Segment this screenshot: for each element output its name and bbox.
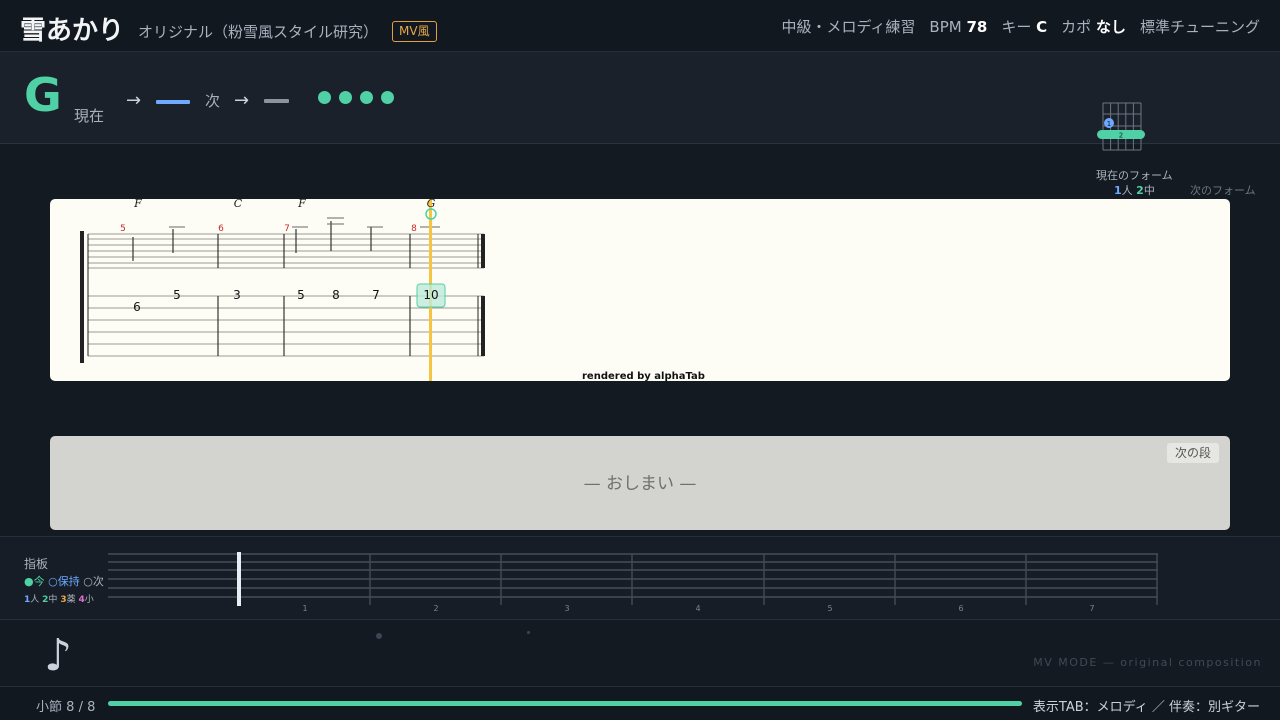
barlines <box>217 234 411 356</box>
legend-hold: ○保持 <box>48 575 80 588</box>
measure-counter: 小節 8 / 8 <box>36 700 96 715</box>
arrow-right-icon: → <box>126 90 142 111</box>
finger-legend: 1人 2中 <box>1114 182 1155 198</box>
bpm-label: BPM <box>929 18 962 36</box>
tab-fret-number: 5 <box>297 288 305 302</box>
tab-fret-number: 3 <box>233 288 241 302</box>
tab-fret-number: 6 <box>133 300 141 314</box>
measure-number: 6 <box>218 224 224 234</box>
finger-name: 人 <box>30 595 40 605</box>
rhythm-stems <box>132 221 372 261</box>
tab-score: F C F G 5 6 7 8 6 5 3 5 8 7 10 <box>80 199 485 381</box>
fret-number: 7 <box>1089 604 1094 613</box>
fretboard-title: 指板 <box>24 557 49 571</box>
end-barline-thick <box>481 234 485 268</box>
current-chord-name: G <box>24 68 62 122</box>
progress-bar[interactable] <box>108 701 1022 706</box>
chord-bar: G 現在 → 次 → 2 1 現在のフォーム 1人 2中 次のフォーム <box>0 52 1280 197</box>
display-info: 表示TAB：メロディ ／ 伴奏：別ギター <box>1032 700 1260 715</box>
measure-number: 7 <box>284 224 290 234</box>
fretboard-strings <box>108 553 1158 598</box>
score-panel: F C F G 5 6 7 8 6 5 3 5 8 7 10 rendered … <box>50 199 1230 381</box>
rhythm-staff-lines <box>88 233 484 269</box>
tab-fret-number: 8 <box>332 288 340 302</box>
fretboard-nut <box>237 552 241 606</box>
mv-mode-label: MV MODE — original composition <box>1033 656 1262 669</box>
measure-current: 8 <box>66 700 75 715</box>
finger-name: 中 <box>48 595 58 605</box>
beat-dot <box>360 91 373 104</box>
tuning-label: 標準チューニング <box>1139 18 1260 36</box>
barre-finger-number: 2 <box>1119 132 1123 140</box>
renderer-credit: rendered by alphaTab <box>582 371 705 381</box>
fret-number: 6 <box>958 604 963 613</box>
next-section-panel: — おしまい — 次の段 <box>50 436 1230 530</box>
fret-number: 2 <box>433 604 438 613</box>
beat-dot <box>318 91 331 104</box>
measure-label: 小節 <box>36 700 63 715</box>
fret-number: 5 <box>827 604 832 613</box>
fret-number: 1 <box>302 604 307 613</box>
beat-dot <box>339 91 352 104</box>
finger-name: 薬 <box>66 595 76 605</box>
legend-text: 中 <box>1143 184 1155 197</box>
score-chord-name: G <box>427 199 436 210</box>
music-note-icon: ♪ <box>44 630 73 681</box>
measure-number: 5 <box>120 224 126 234</box>
key-value: C <box>1036 18 1048 36</box>
legend-now: ●今 <box>24 575 45 588</box>
current-chord-label: 現在 <box>74 107 105 125</box>
capo-label: カポ <box>1061 18 1092 36</box>
mode-label: 中級・メロディ練習 <box>781 18 916 36</box>
finger-dot-number: 1 <box>1107 120 1111 128</box>
status-bar: 小節 8 / 8 表示TAB：メロディ ／ 伴奏：別ギター <box>0 686 1280 720</box>
key-label: キー <box>1001 18 1032 36</box>
fretboard-legend: ●今 ○保持 ○次 <box>24 573 104 589</box>
score-chord-name: C <box>234 199 243 210</box>
legend-next: ○次 <box>83 575 104 588</box>
arrow-right-icon: → <box>234 90 250 111</box>
legend-num: 1 <box>1114 184 1122 197</box>
next-chord-label: 次 <box>205 92 221 110</box>
snow-dot <box>376 633 382 639</box>
end-of-song-text: — おしまい — <box>583 474 697 494</box>
beat-indicator <box>318 91 394 104</box>
fretboard: 1 2 3 4 5 6 7 <box>108 552 1158 613</box>
measure-total: 8 <box>87 700 96 715</box>
finger-name: 小 <box>84 595 94 605</box>
measure-number: 8 <box>411 224 417 234</box>
bpm-value: 78 <box>966 18 988 36</box>
next-section-badge: 次の段 <box>1166 443 1219 463</box>
song-subtitle: オリジナル（粉雪風スタイル研究） <box>138 23 379 41</box>
legend-num: 2 <box>1136 184 1144 197</box>
fret-number: 3 <box>564 604 569 613</box>
fret-number: 4 <box>695 604 700 613</box>
beat-dot <box>381 91 394 104</box>
tab-fret-number: 5 <box>173 288 181 302</box>
system-bracket <box>80 231 84 363</box>
snow-dot <box>527 631 530 634</box>
finger-legend: 1人 2中 3薬 4小 <box>24 592 94 605</box>
score-chord-name: F <box>133 199 142 210</box>
end-barline-thick <box>481 296 485 356</box>
rhythm-ledgers <box>169 217 440 228</box>
fretboard-panel: 1 2 3 4 5 6 7 指板 ●今 ○保持 ○次 1人 2中 3薬 4小 <box>0 536 1280 620</box>
song-title: 雪あかり <box>20 16 125 46</box>
mv-style-badge: MV風 <box>392 21 437 42</box>
tab-fret-number: 7 <box>372 288 380 302</box>
legend-text: 人 <box>1121 184 1133 197</box>
song-info: 中級・メロディ練習 BPM 78 キー C カポ なし 標準チューニング <box>781 16 1260 37</box>
current-form-label: 現在のフォーム <box>1096 169 1173 182</box>
progress-fill <box>108 701 1022 706</box>
next-form-label: 次のフォーム <box>1190 184 1256 197</box>
header-bar: 雪あかり オリジナル（粉雪風スタイル研究） MV風 中級・メロディ練習 BPM 7… <box>0 0 1280 52</box>
tab-fret-number: 10 <box>423 288 438 302</box>
chord-diagram-icon: 2 1 <box>1097 102 1145 151</box>
current-chord-indicator <box>156 100 190 104</box>
capo-value: なし <box>1095 18 1126 36</box>
score-chord-name: F <box>297 199 306 210</box>
next-chord-indicator <box>264 99 289 103</box>
